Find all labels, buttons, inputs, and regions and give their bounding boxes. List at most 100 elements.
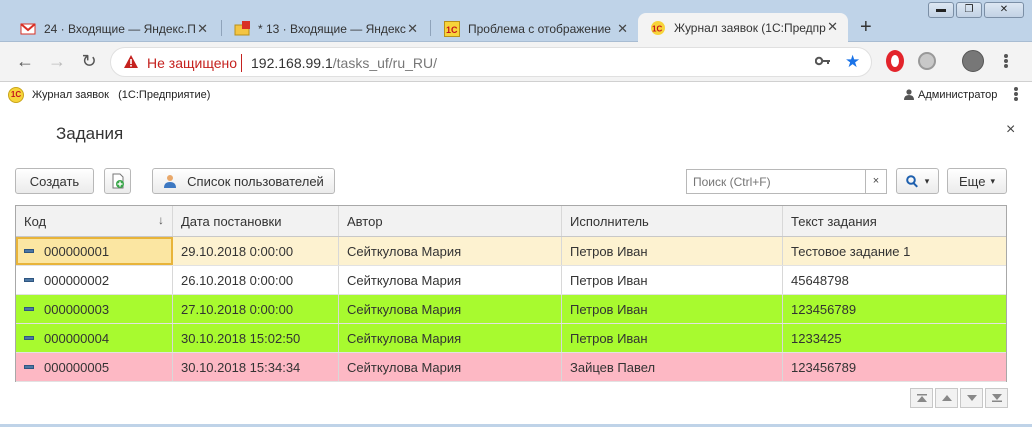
column-header-text[interactable]: Текст задания (783, 206, 1006, 236)
last-page-button[interactable] (985, 388, 1008, 408)
browser-tabstrip: 24 · Входящие — Яндекс.П ✕ * 13 · Входящ… (0, 0, 1032, 43)
new-tab-button[interactable]: + (860, 16, 872, 39)
previous-page-button[interactable] (935, 388, 958, 408)
reload-icon[interactable]: ↻ (78, 51, 100, 72)
cell-executor[interactable]: Петров Иван (562, 295, 783, 323)
browser-tab-4-active[interactable]: 1С Журнал заявок (1С:Предпр ✕ (638, 13, 848, 43)
tab-close-icon[interactable]: ✕ (617, 21, 628, 37)
window-close-button[interactable]: ✕ (984, 2, 1024, 18)
tab-separator (430, 20, 431, 36)
browser-menu-icon[interactable] (1003, 53, 1009, 71)
cell-executor[interactable]: Петров Иван (562, 324, 783, 352)
table-row[interactable]: 000000002 26.10.2018 0:00:00 Сейткулова … (16, 266, 1006, 295)
warning-icon[interactable] (123, 54, 139, 70)
table-row[interactable]: 000000001 29.10.2018 0:00:00 Сейткулова … (16, 237, 1006, 266)
search-field[interactable]: × (686, 169, 887, 194)
cell-date[interactable]: 30.10.2018 15:34:34 (173, 353, 339, 381)
next-page-button[interactable] (960, 388, 983, 408)
current-user[interactable]: Администратор (918, 89, 997, 101)
table-row[interactable]: 000000003 27.10.2018 0:00:00 Сейткулова … (16, 295, 1006, 324)
column-header-executor[interactable]: Исполнитель (562, 206, 783, 236)
back-arrow-icon[interactable]: ← (14, 51, 36, 72)
cell-date[interactable]: 26.10.2018 0:00:00 (173, 266, 339, 294)
cell-executor[interactable]: Петров Иван (562, 237, 783, 265)
app-platform: (1С:Предприятие) (118, 89, 211, 101)
svg-text:1С: 1С (446, 25, 458, 35)
profile-avatar[interactable] (962, 50, 984, 72)
tab-label: 24 · Входящие — Яндекс.П (44, 21, 196, 36)
document-icon (24, 307, 34, 311)
cell-executor[interactable]: Зайцев Павел (562, 353, 783, 381)
add-document-icon (112, 173, 124, 189)
tab-close-icon[interactable]: ✕ (407, 21, 418, 37)
cell-executor[interactable]: Петров Иван (562, 266, 783, 294)
browser-tab-2[interactable]: * 13 · Входящие — Яндекс ✕ (222, 15, 428, 42)
restore-button[interactable]: ❐ (956, 2, 982, 18)
add-copy-button[interactable] (104, 168, 131, 194)
column-header-date[interactable]: Дата постановки (173, 206, 339, 236)
url-separator (241, 54, 242, 72)
cell-author[interactable]: Сейткулова Мария (339, 324, 562, 352)
search-input[interactable] (687, 170, 857, 193)
browser-tab-1[interactable]: 24 · Входящие — Яндекс.П ✕ (8, 15, 218, 42)
table-row[interactable]: 000000005 30.10.2018 15:34:34 Сейткулова… (16, 353, 1006, 382)
code-value: 000000002 (44, 272, 110, 288)
more-button[interactable]: Еще ▾ (947, 168, 1007, 194)
globe-extension-icon[interactable] (918, 52, 936, 70)
forward-arrow-icon[interactable]: → (46, 51, 68, 72)
window-controls: ▬ ❐ ✕ (928, 2, 1024, 18)
table-row[interactable]: 000000004 30.10.2018 15:02:50 Сейткулова… (16, 324, 1006, 353)
security-label[interactable]: Не защищено (147, 55, 237, 71)
cell-author[interactable]: Сейткулова Мария (339, 353, 562, 381)
search-clear-icon[interactable]: × (865, 170, 886, 193)
tab-close-icon[interactable]: ✕ (827, 19, 838, 35)
tab-close-icon[interactable]: ✕ (197, 21, 208, 37)
cell-date[interactable]: 27.10.2018 0:00:00 (173, 295, 339, 323)
app-header: 1С Журнал заявок (1С:Предприятие) Админи… (0, 84, 1032, 106)
cell-code[interactable]: 000000003 (16, 295, 173, 323)
last-page-icon (991, 394, 1002, 402)
code-value: 000000003 (44, 301, 110, 317)
bookmark-star-icon[interactable]: ★ (845, 52, 860, 72)
1c-icon: 1С (444, 20, 460, 37)
tab-label: * 13 · Входящие — Яндекс (258, 21, 406, 36)
cell-code[interactable]: 000000001 (16, 237, 173, 265)
browser-tab-3[interactable]: 1С Проблема с отображение ✕ (432, 15, 638, 42)
cell-text[interactable]: Тестовое задание 1 (783, 237, 1006, 265)
document-icon (24, 249, 34, 253)
page-title: Задания (56, 124, 124, 143)
cell-text[interactable]: 123456789 (783, 353, 1006, 381)
close-icon[interactable]: × (1006, 121, 1015, 139)
document-icon (24, 336, 34, 340)
cell-code[interactable]: 000000004 (16, 324, 173, 352)
column-header-code[interactable]: Код ↓ (16, 206, 173, 236)
create-button[interactable]: Создать (15, 168, 94, 194)
cell-text[interactable]: 45648798 (783, 266, 1006, 294)
cell-text[interactable]: 123456789 (783, 295, 1006, 323)
cell-code[interactable]: 000000005 (16, 353, 173, 381)
cell-date[interactable]: 30.10.2018 15:02:50 (173, 324, 339, 352)
url-host: 192.168.99.1 (251, 55, 333, 71)
cell-code[interactable]: 000000002 (16, 266, 173, 294)
app-title-name: Журнал заявок (32, 89, 109, 101)
users-list-button[interactable]: Список пользователей (152, 168, 335, 194)
tab-label: Журнал заявок (1С:Предпр (674, 21, 826, 35)
first-page-button[interactable] (910, 388, 933, 408)
cell-author[interactable]: Сейткулова Мария (339, 266, 562, 294)
app-menu-icon[interactable] (1011, 86, 1021, 102)
app-title: Журнал заявок (1С:Предприятие) (32, 89, 210, 101)
search-options-button[interactable]: ▾ (896, 168, 939, 194)
url-text[interactable]: 192.168.99.1/tasks_uf/ru_RU/ (251, 55, 437, 71)
key-icon[interactable] (814, 54, 831, 71)
cell-author[interactable]: Сейткулова Мария (339, 295, 562, 323)
opera-extension-icon[interactable] (886, 50, 904, 72)
cell-date[interactable]: 29.10.2018 0:00:00 (173, 237, 339, 265)
chevron-down-icon: ▾ (924, 175, 930, 186)
more-label: Еще (959, 173, 986, 189)
cell-text[interactable]: 1233425 (783, 324, 1006, 352)
url-path: /tasks_uf/ru_RU/ (332, 55, 438, 71)
column-header-author[interactable]: Автор (339, 206, 562, 236)
url-field[interactable]: Не защищено 192.168.99.1/tasks_uf/ru_RU/… (110, 47, 872, 77)
minimize-button[interactable]: ▬ (928, 2, 954, 18)
cell-author[interactable]: Сейткулова Мария (339, 237, 562, 265)
